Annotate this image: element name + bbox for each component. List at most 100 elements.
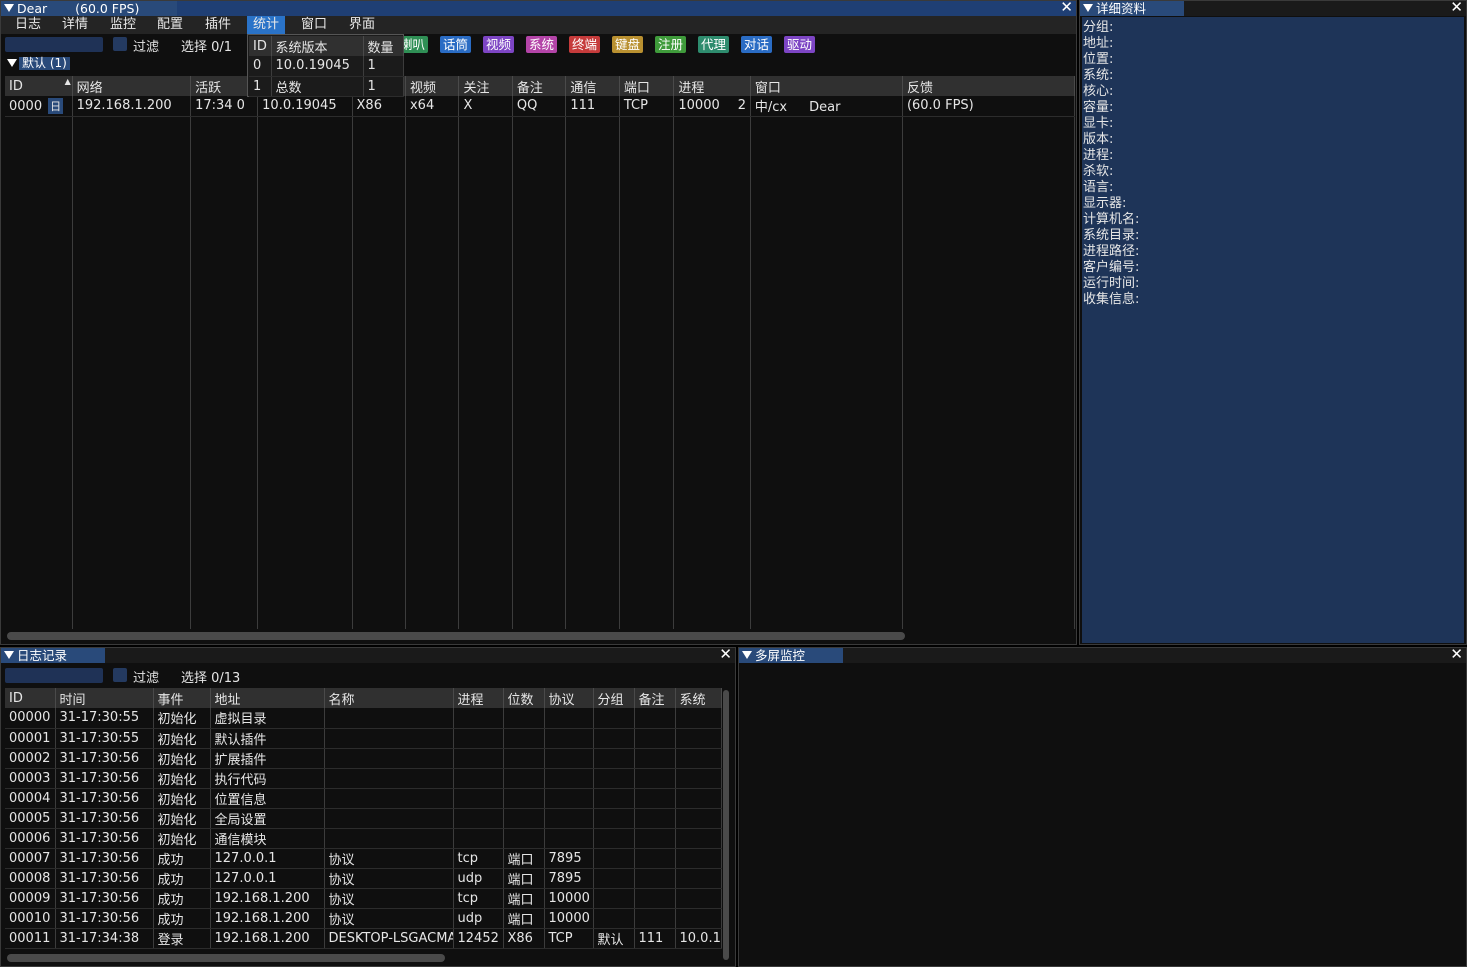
col-feedback[interactable]: 反馈 (902, 76, 1076, 96)
stats-row[interactable]: 1 总数 1 (249, 76, 404, 97)
stats-cell: 0 (249, 56, 272, 77)
col-video[interactable]: 视频 (405, 76, 460, 96)
filter-label: 过滤 (133, 40, 160, 55)
monitor-title-tab[interactable]: 多屏监控 (739, 648, 843, 663)
log-cell (675, 868, 722, 889)
log-row[interactable]: 00010 31-17:30:56 成功 192.168.1.200 协议 udp 端口 10… (5, 908, 722, 929)
cell-location: 10.0.19045 (257, 96, 353, 117)
search-input[interactable] (5, 37, 103, 52)
log-cell: 初始化 (153, 728, 211, 749)
menu-plugins[interactable]: 插件 (199, 16, 237, 34)
menu-config[interactable]: 配置 (151, 16, 189, 34)
terminal-button[interactable]: 终端 (569, 36, 601, 53)
log-title-tab[interactable]: 日志记录 (1, 648, 105, 663)
video-button[interactable]: 视频 (483, 36, 515, 53)
col-port[interactable]: 端口 (619, 76, 675, 96)
log-cell (675, 828, 722, 849)
chat-button[interactable]: 对话 (741, 36, 773, 53)
log-cell: 00004 (5, 788, 56, 809)
log-col-event[interactable]: 事件 (153, 688, 211, 708)
col-window[interactable]: 窗口 (750, 76, 903, 96)
log-cell (544, 748, 594, 769)
log-col-bits[interactable]: 位数 (503, 688, 545, 708)
proxy-button[interactable]: 代理 (698, 36, 730, 53)
stats-col-id[interactable]: ID (249, 36, 272, 56)
details-title-tab[interactable]: 详细资料 (1080, 1, 1184, 16)
cell-port: TCP (619, 96, 675, 117)
log-cell (544, 768, 594, 789)
log-row[interactable]: 00009 31-17:30:56 成功 192.168.1.200 协议 tcp 端口 10… (5, 888, 722, 909)
log-row[interactable]: 00008 31-17:30:56 成功 127.0.0.1 协议 udp 端口 7895 (5, 868, 722, 889)
log-col-system[interactable]: 系统 (675, 688, 722, 708)
mic-button[interactable]: 话筒 (440, 36, 472, 53)
log-col-time[interactable]: 时间 (55, 688, 154, 708)
log-cell: 10000 (544, 908, 594, 929)
log-cell (544, 788, 594, 809)
close-icon[interactable]: ✕ (1060, 1, 1073, 15)
menu-ui[interactable]: 界面 (343, 16, 381, 34)
stats-popup: ID 系统版本 数量 0 10.0.19045 1 1 总数 1 (247, 34, 404, 97)
log-col-address[interactable]: 地址 (210, 688, 325, 708)
close-icon[interactable]: ✕ (1450, 1, 1463, 15)
log-row[interactable]: 00011 31-17:34:38 登录 192.168.1.200 DESKTOP-L… (5, 928, 722, 949)
main-title-tab[interactable]: Dear (60.0 FPS) (1, 1, 177, 16)
menu-log[interactable]: 日志 (9, 16, 47, 34)
log-filter-checkbox[interactable] (113, 668, 127, 682)
log-row[interactable]: 00003 31-17:30:56 初始化 执行代码 (5, 768, 722, 789)
log-row[interactable]: 00004 31-17:30:56 初始化 位置信息 (5, 788, 722, 809)
col-comm[interactable]: 通信 (565, 76, 620, 96)
collapse-triangle-icon[interactable] (4, 651, 14, 659)
stats-col-count[interactable]: 数量 (363, 36, 404, 56)
menu-monitor[interactable]: 监控 (104, 16, 142, 34)
log-col-process[interactable]: 进程 (453, 688, 504, 708)
log-row[interactable]: 00002 31-17:30:56 初始化 扩展插件 (5, 748, 722, 769)
main-title: Dear (17, 1, 48, 16)
collapse-triangle-icon[interactable] (742, 651, 752, 659)
stats-col-version[interactable]: 系统版本 (271, 36, 364, 56)
register-button[interactable]: 注册 (655, 36, 687, 53)
keyboard-button[interactable]: 键盘 (612, 36, 644, 53)
system-button[interactable]: 系统 (526, 36, 558, 53)
close-icon[interactable]: ✕ (1450, 648, 1463, 662)
stats-row[interactable]: 0 10.0.19045 1 (249, 56, 404, 77)
log-cell: 192.168.1.200 (210, 928, 325, 949)
table-row[interactable]: 0000 日 192.168.1.200 17:34 0 10.0.19045 X… (5, 96, 1076, 117)
col-process[interactable]: 进程 (673, 76, 751, 96)
col-watch[interactable]: 关注 (458, 76, 513, 96)
col-id[interactable]: ID (5, 76, 73, 96)
log-col-note[interactable]: 备注 (634, 688, 676, 708)
log-vscrollbar[interactable] (723, 690, 729, 960)
filter-checkbox[interactable] (113, 37, 127, 51)
group-triangle-icon[interactable] (7, 59, 17, 67)
log-cell (544, 728, 594, 749)
log-col-id[interactable]: ID (5, 688, 56, 708)
log-row[interactable]: 00006 31-17:30:56 初始化 通信模块 (5, 828, 722, 849)
log-cell: 10.0.1 (675, 928, 722, 949)
menu-window[interactable]: 窗口 (295, 16, 333, 34)
log-row[interactable]: 00005 31-17:30:56 初始化 全局设置 (5, 808, 722, 829)
log-col-group[interactable]: 分组 (593, 688, 635, 708)
log-col-protocol[interactable]: 协议 (544, 688, 594, 708)
close-icon[interactable]: ✕ (719, 648, 732, 662)
log-col-name[interactable]: 名称 (324, 688, 454, 708)
main-hscrollbar[interactable] (7, 632, 905, 640)
log-row[interactable]: 00007 31-17:30:56 成功 127.0.0.1 协议 tcp 端口 7895 (5, 848, 722, 869)
col-note[interactable]: 备注 (512, 76, 567, 96)
menu-details[interactable]: 详情 (56, 16, 94, 34)
col-network[interactable]: ▲ 网络 (65, 76, 192, 96)
menu-stats[interactable]: 统计 (247, 16, 286, 34)
collapse-triangle-icon[interactable] (1083, 4, 1093, 12)
stats-cell: 总数 (271, 76, 364, 97)
cell-id: 0000 日 (5, 96, 73, 117)
driver-button[interactable]: 驱动 (784, 36, 816, 53)
monitor-titlebar[interactable] (739, 648, 1466, 663)
group-default[interactable]: 默认 (1) (19, 57, 70, 70)
log-hscrollbar[interactable] (7, 954, 445, 962)
log-titlebar[interactable] (1, 648, 735, 663)
log-cell: 31-17:30:56 (55, 888, 154, 909)
log-cell (453, 748, 504, 769)
collapse-triangle-icon[interactable] (4, 4, 14, 12)
log-row[interactable]: 00000 31-17:30:55 初始化 虚拟目录 (5, 708, 722, 729)
log-row[interactable]: 00001 31-17:30:55 初始化 默认插件 (5, 728, 722, 749)
log-search-input[interactable] (5, 668, 103, 683)
